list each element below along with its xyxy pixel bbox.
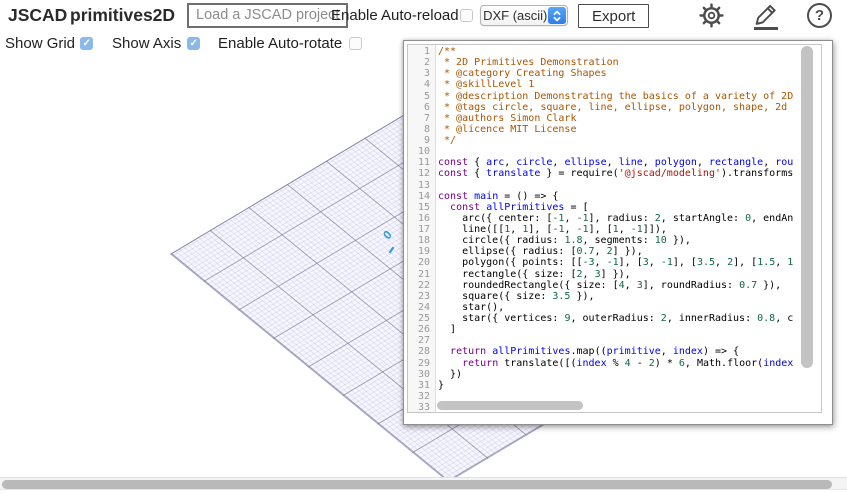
code-lines[interactable]: /** * 2D Primitives Demonstration * @cat… (437, 46, 809, 413)
show-axis-label: Show Axis (112, 35, 181, 52)
export-format-value: DXF (ascii) (481, 8, 548, 23)
show-axis-checkbox[interactable] (187, 37, 200, 50)
select-stepper-icon (548, 7, 566, 24)
settings-gear-icon[interactable] (698, 2, 728, 32)
edit-pencil-icon[interactable] (753, 3, 783, 33)
load-project-button[interactable]: Load a JSCAD project (187, 3, 348, 28)
auto-reload-checkbox[interactable] (460, 9, 473, 22)
editor-vertical-scrollbar[interactable] (801, 46, 813, 368)
page-horizontal-scrollbar-track (0, 477, 847, 490)
editor-horizontal-scrollbar[interactable] (437, 401, 583, 410)
header: JSCAD primitives2D Load a JSCAD project … (0, 0, 847, 56)
auto-rotate-label: Enable Auto-rotate (218, 35, 342, 52)
show-grid-checkbox[interactable] (80, 37, 93, 50)
export-button[interactable]: Export (578, 4, 649, 28)
help-question-glyph: ? (807, 3, 832, 28)
code-editor[interactable]: 1234567891011121314151617181920212223242… (407, 44, 822, 413)
page-horizontal-scrollbar-thumb[interactable] (2, 480, 832, 490)
auto-rotate-checkbox[interactable] (349, 37, 362, 50)
line-number-gutter: 1234567891011121314151617181920212223242… (408, 45, 436, 412)
auto-reload-label: Enable Auto-reload (331, 7, 459, 24)
jscad-app: 0 JSCAD primitives2D Load a JSCAD projec… (0, 0, 847, 493)
export-format-select[interactable]: DXF (ascii) (480, 5, 568, 26)
design-title: primitives2D (70, 5, 175, 26)
help-icon[interactable]: ? (807, 3, 837, 33)
pencil-underline (754, 27, 778, 30)
code-editor-panel: 1234567891011121314151617181920212223242… (403, 40, 833, 425)
app-logo-text: JSCAD (8, 5, 67, 26)
show-grid-label: Show Grid (5, 35, 75, 52)
